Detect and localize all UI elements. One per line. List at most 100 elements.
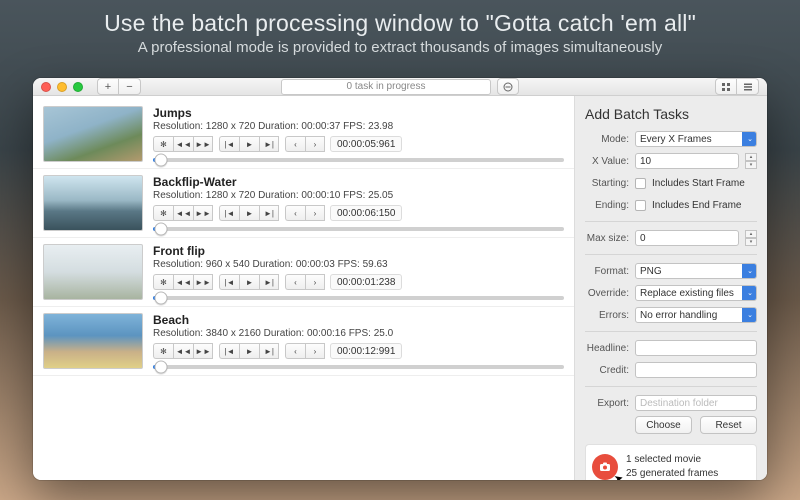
step-forward-icon[interactable]: ›: [305, 274, 325, 290]
step-back-icon[interactable]: ‹: [285, 343, 305, 359]
add-button[interactable]: +: [97, 78, 119, 95]
summary-panel: ➤ 1 selected movie 25 generated frames: [585, 444, 757, 480]
rewind-icon[interactable]: ◄◄: [173, 274, 193, 290]
settings-icon[interactable]: ✻: [153, 274, 173, 290]
start-frame-checkbox[interactable]: [635, 178, 646, 189]
format-select[interactable]: PNG⌄: [635, 263, 757, 279]
banner-title: Use the batch processing window to "Gott…: [20, 10, 780, 37]
cursor-icon: ➤: [612, 471, 624, 480]
credit-input[interactable]: [635, 362, 757, 378]
credit-label: Credit:: [585, 365, 629, 376]
headline-input[interactable]: [635, 340, 757, 356]
timeline-slider[interactable]: [153, 296, 564, 300]
video-title: Backflip-Water: [153, 175, 564, 189]
chevron-down-icon: ⌄: [747, 135, 753, 143]
skip-start-icon[interactable]: |◄: [219, 274, 239, 290]
maxsize-input[interactable]: 0: [635, 230, 739, 246]
settings-icon[interactable]: ✻: [153, 205, 173, 221]
promo-banner: Use the batch processing window to "Gott…: [0, 0, 800, 62]
timecode: 00:00:06:150: [330, 205, 402, 221]
sidebar-heading: Add Batch Tasks: [585, 104, 757, 122]
maxsize-label: Max size:: [585, 233, 629, 244]
forward-icon[interactable]: ►►: [193, 136, 213, 152]
starting-label: Starting:: [585, 178, 629, 189]
xvalue-input[interactable]: 10: [635, 153, 739, 169]
step-forward-icon[interactable]: ›: [305, 205, 325, 221]
zoom-icon[interactable]: [73, 82, 83, 92]
remove-button[interactable]: −: [119, 78, 141, 95]
batch-sidebar: Add Batch Tasks Mode: Every X Frames⌄ X …: [575, 96, 767, 480]
video-detail: Resolution: 1280 x 720 Duration: 00:00:1…: [153, 190, 564, 201]
video-thumbnail[interactable]: [43, 313, 143, 369]
close-icon[interactable]: [41, 82, 51, 92]
list-item[interactable]: Backflip-Water Resolution: 1280 x 720 Du…: [33, 169, 574, 238]
forward-icon[interactable]: ►►: [193, 274, 213, 290]
play-icon[interactable]: ►: [239, 136, 259, 152]
end-frame-checkbox[interactable]: [635, 200, 646, 211]
view-list-button[interactable]: [737, 78, 759, 95]
format-label: Format:: [585, 266, 629, 277]
xvalue-stepper[interactable]: ▴▾: [745, 153, 757, 169]
errors-label: Errors:: [585, 310, 629, 321]
forward-icon[interactable]: ►►: [193, 343, 213, 359]
forward-icon[interactable]: ►►: [193, 205, 213, 221]
video-title: Front flip: [153, 244, 564, 258]
headline-label: Headline:: [585, 343, 629, 354]
minimize-icon[interactable]: [57, 82, 67, 92]
rewind-icon[interactable]: ◄◄: [173, 136, 193, 152]
step-forward-icon[interactable]: ›: [305, 343, 325, 359]
video-title: Beach: [153, 313, 564, 327]
step-forward-icon[interactable]: ›: [305, 136, 325, 152]
skip-end-icon[interactable]: ►|: [259, 205, 279, 221]
settings-icon[interactable]: ✻: [153, 343, 173, 359]
play-icon[interactable]: ►: [239, 274, 259, 290]
rewind-icon[interactable]: ◄◄: [173, 343, 193, 359]
list-item[interactable]: Beach Resolution: 3840 x 2160 Duration: …: [33, 307, 574, 376]
video-list[interactable]: Jumps Resolution: 1280 x 720 Duration: 0…: [33, 96, 575, 480]
video-thumbnail[interactable]: [43, 106, 143, 162]
step-back-icon[interactable]: ‹: [285, 274, 305, 290]
errors-select[interactable]: No error handling⌄: [635, 307, 757, 323]
view-grid-button[interactable]: [715, 78, 737, 95]
video-title: Jumps: [153, 106, 564, 120]
summary-selected: 1 selected movie: [626, 453, 718, 467]
timecode: 00:00:01:238: [330, 274, 402, 290]
skip-start-icon[interactable]: |◄: [219, 136, 239, 152]
skip-end-icon[interactable]: ►|: [259, 343, 279, 359]
video-detail: Resolution: 960 x 540 Duration: 00:00:03…: [153, 259, 564, 270]
play-icon[interactable]: ►: [239, 205, 259, 221]
maxsize-stepper[interactable]: ▴▾: [745, 230, 757, 246]
list-item[interactable]: Jumps Resolution: 1280 x 720 Duration: 0…: [33, 100, 574, 169]
mode-select[interactable]: Every X Frames⌄: [635, 131, 757, 147]
choose-button[interactable]: Choose: [635, 416, 692, 434]
skip-start-icon[interactable]: |◄: [219, 205, 239, 221]
settings-icon[interactable]: ✻: [153, 136, 173, 152]
stop-button[interactable]: [497, 78, 519, 95]
export-path-input[interactable]: Destination folder: [635, 395, 757, 411]
chevron-down-icon: ⌄: [747, 311, 753, 319]
timeline-slider[interactable]: [153, 365, 564, 369]
skip-start-icon[interactable]: |◄: [219, 343, 239, 359]
start-frame-check-label: Includes Start Frame: [652, 178, 745, 189]
play-icon[interactable]: ►: [239, 343, 259, 359]
step-back-icon[interactable]: ‹: [285, 136, 305, 152]
summary-frames: 25 generated frames: [626, 467, 718, 481]
override-select[interactable]: Replace existing files⌄: [635, 285, 757, 301]
video-thumbnail[interactable]: [43, 175, 143, 231]
override-label: Override:: [585, 288, 629, 299]
timeline-slider[interactable]: [153, 227, 564, 231]
list-item[interactable]: Front flip Resolution: 960 x 540 Duratio…: [33, 238, 574, 307]
xvalue-label: X Value:: [585, 156, 629, 167]
video-detail: Resolution: 3840 x 2160 Duration: 00:00:…: [153, 328, 564, 339]
banner-subtitle: A professional mode is provided to extra…: [20, 39, 780, 56]
reset-button[interactable]: Reset: [700, 416, 757, 434]
titlebar: + − 0 task in progress: [33, 78, 767, 96]
rewind-icon[interactable]: ◄◄: [173, 205, 193, 221]
timeline-slider[interactable]: [153, 158, 564, 162]
ending-label: Ending:: [585, 200, 629, 211]
skip-end-icon[interactable]: ►|: [259, 274, 279, 290]
video-thumbnail[interactable]: [43, 244, 143, 300]
chevron-down-icon: ⌄: [747, 289, 753, 297]
skip-end-icon[interactable]: ►|: [259, 136, 279, 152]
step-back-icon[interactable]: ‹: [285, 205, 305, 221]
